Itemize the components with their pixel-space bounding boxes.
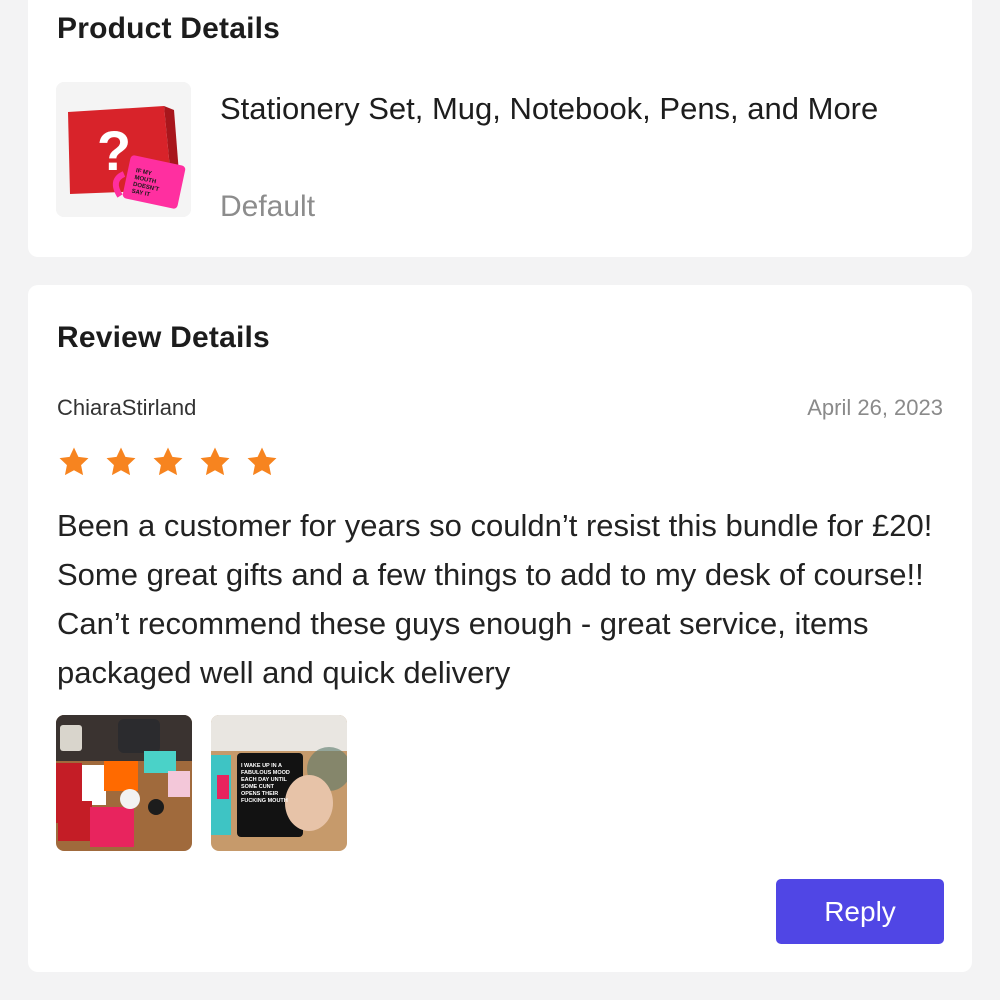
star-icon xyxy=(247,447,277,476)
product-thumbnail[interactable]: ? IF MY MOUTH DOESN'T SAY IT xyxy=(56,82,191,217)
svg-text:FUCKING MOUTH: FUCKING MOUTH xyxy=(241,798,288,804)
reply-button[interactable]: Reply xyxy=(776,879,944,944)
star-icon xyxy=(200,447,230,476)
review-details-title: Review Details xyxy=(57,321,270,354)
review-photo-mug[interactable]: I WAKE UP IN A FABULOUS MOOD EACH DAY UN… xyxy=(211,715,347,851)
review-photo-bundle[interactable] xyxy=(56,715,192,851)
product-details-title: Product Details xyxy=(57,12,281,45)
svg-text:FABULOUS MOOD: FABULOUS MOOD xyxy=(241,770,290,776)
svg-text:I WAKE UP IN A: I WAKE UP IN A xyxy=(241,763,282,769)
svg-text:?: ? xyxy=(97,119,131,182)
star-icon xyxy=(106,447,136,476)
review-photos: I WAKE UP IN A FABULOUS MOOD EACH DAY UN… xyxy=(56,715,347,851)
star-rating xyxy=(57,445,279,479)
svg-text:SOME CUNT: SOME CUNT xyxy=(241,784,275,790)
review-date: April 26, 2023 xyxy=(807,395,943,420)
product-name: Stationery Set, Mug, Notebook, Pens, and… xyxy=(220,91,879,126)
product-variant: Default xyxy=(220,190,316,223)
svg-text:OPENS THEIR: OPENS THEIR xyxy=(241,791,278,797)
svg-text:EACH DAY UNTIL: EACH DAY UNTIL xyxy=(241,777,287,783)
review-text: Been a customer for years so couldn’t re… xyxy=(57,508,933,690)
star-icon xyxy=(59,447,89,476)
review-details-card: Review Details ChiaraStirland April 26, … xyxy=(28,285,972,972)
product-details-card: Product Details ? IF MY MOUTH DOESN'T SA… xyxy=(28,0,972,257)
star-icon xyxy=(153,447,183,476)
reviewer-name: ChiaraStirland xyxy=(57,395,197,420)
